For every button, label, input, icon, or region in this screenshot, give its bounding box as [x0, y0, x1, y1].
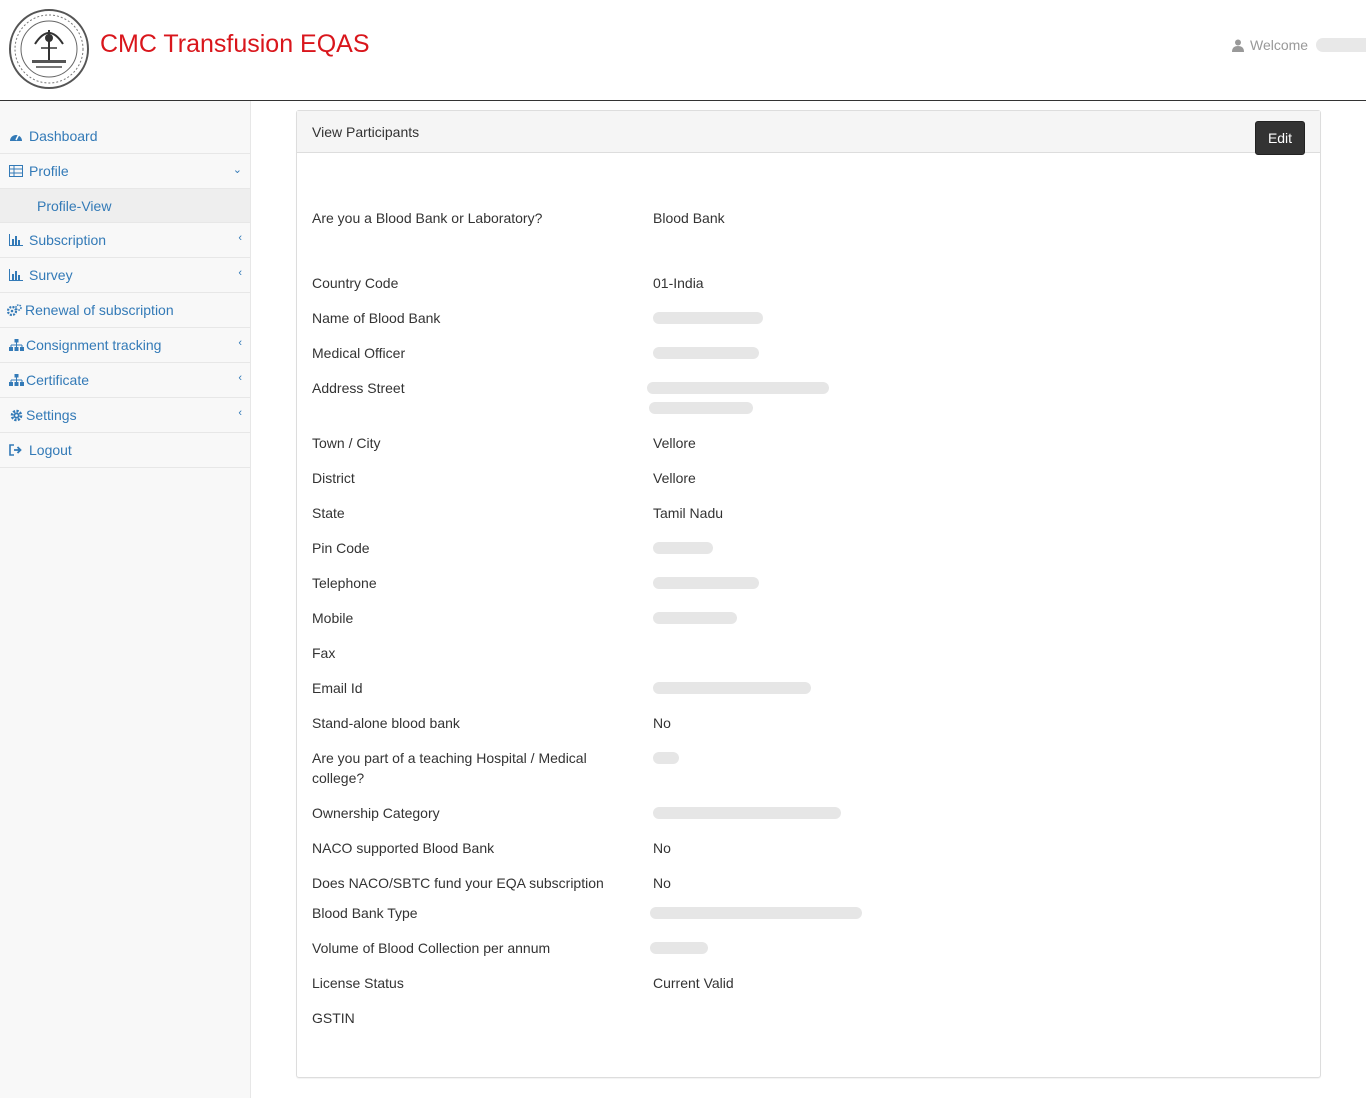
- sidebar-item-dashboard[interactable]: Dashboard: [0, 119, 250, 154]
- sidebar-item-profile[interactable]: Profile ⌄: [0, 154, 250, 189]
- sidebar-item-label: Certificate: [26, 372, 90, 388]
- field-label: Stand-alone blood bank: [312, 715, 460, 731]
- sidebar-item-label: Subscription: [29, 232, 107, 248]
- field-label: GSTIN: [312, 1010, 355, 1026]
- sidebar: Dashboard Profile ⌄ Profile-View Subscri…: [0, 101, 251, 1098]
- bar-chart-icon: [8, 268, 24, 282]
- field-value-redacted: [650, 938, 708, 954]
- panel-title: View Participants: [312, 124, 420, 140]
- field-value: Vellore: [653, 470, 696, 486]
- field-value-redacted: [653, 608, 737, 624]
- sidebar-item-logout[interactable]: Logout: [0, 433, 250, 468]
- field-label: Town / City: [312, 435, 381, 451]
- sidebar-item-label: Profile-View: [37, 197, 112, 214]
- app-title: CMC Transfusion EQAS: [100, 30, 370, 58]
- field-label: Are you a Blood Bank or Laboratory?: [312, 210, 543, 226]
- field-value-redacted: [650, 903, 862, 919]
- panel-heading: View Participants Edit: [297, 111, 1320, 155]
- edit-button[interactable]: Edit: [1255, 121, 1305, 155]
- cmc-logo: [9, 9, 89, 89]
- sitemap-icon: [8, 338, 24, 352]
- field-label: Blood Bank Type: [312, 905, 418, 921]
- field-label: District: [312, 470, 355, 486]
- field-label: Medical Officer: [312, 345, 406, 361]
- field-value: Blood Bank: [653, 210, 725, 226]
- field-label: NACO supported Blood Bank: [312, 840, 495, 856]
- chevron-left-icon: ‹: [238, 372, 242, 384]
- chevron-down-icon: ⌄: [232, 164, 242, 176]
- field-value: Current Valid: [653, 975, 734, 991]
- chevron-left-icon: ‹: [238, 232, 242, 244]
- gears-icon: [6, 303, 22, 317]
- view-participants-panel: View Participants Edit Are you a Blood B…: [296, 110, 1321, 1078]
- username-redacted: [1316, 38, 1366, 52]
- field-value-redacted: [653, 678, 811, 694]
- chevron-left-icon: ‹: [238, 407, 242, 419]
- field-value: No: [653, 840, 671, 856]
- gear-icon: [8, 408, 24, 422]
- field-label: Telephone: [312, 575, 377, 591]
- field-value-redacted: [653, 748, 679, 764]
- sidebar-item-label: Logout: [29, 442, 72, 458]
- field-value: Vellore: [653, 435, 696, 451]
- dashboard-icon: [8, 129, 24, 143]
- field-label: License Status: [312, 975, 404, 991]
- sidebar-item-label: Profile: [29, 163, 69, 179]
- welcome-label: Welcome: [1250, 37, 1309, 53]
- field-label: Does NACO/SBTC fund your EQA subscriptio…: [312, 875, 604, 891]
- sign-out-icon: [8, 443, 24, 457]
- field-label: Mobile: [312, 610, 354, 626]
- field-value-redacted: [653, 343, 759, 359]
- field-value-redacted: [653, 803, 841, 819]
- field-label: Fax: [312, 645, 336, 661]
- field-label: Email Id: [312, 680, 363, 696]
- field-label: Address Street: [312, 380, 405, 396]
- user-icon: [1232, 39, 1244, 52]
- field-label: State: [312, 505, 345, 521]
- chevron-left-icon: ‹: [238, 337, 242, 349]
- field-value-redacted: [653, 573, 759, 589]
- sidebar-item-consignment-tracking[interactable]: Consignment tracking ‹: [0, 328, 250, 363]
- field-value: No: [653, 715, 671, 731]
- sidebar-item-label: Consignment tracking: [26, 337, 162, 353]
- field-label: Pin Code: [312, 540, 370, 556]
- app-header: CMC Transfusion EQAS Welcome: [0, 0, 1366, 101]
- field-label: Country Code: [312, 275, 399, 291]
- welcome-menu[interactable]: Welcome: [1232, 37, 1366, 53]
- field-value: No: [653, 875, 671, 891]
- sidebar-item-survey[interactable]: Survey ‹: [0, 258, 250, 293]
- sidebar-item-label: Survey: [29, 267, 73, 283]
- field-label: Name of Blood Bank: [312, 310, 441, 326]
- field-value: 01-India: [653, 275, 704, 291]
- field-value-redacted: [653, 538, 713, 554]
- field-value-redacted: [653, 308, 763, 324]
- sidebar-item-renewal[interactable]: Renewal of subscription: [0, 293, 250, 328]
- chevron-left-icon: ‹: [238, 267, 242, 279]
- sidebar-item-label: Settings: [26, 407, 77, 423]
- field-value: Tamil Nadu: [653, 505, 724, 521]
- sidebar-subitem-profile-view[interactable]: Profile-View: [0, 189, 250, 223]
- sidebar-item-subscription[interactable]: Subscription ‹: [0, 223, 250, 258]
- field-label: Ownership Category: [312, 805, 440, 821]
- sidebar-item-certificate[interactable]: Certificate ‹: [0, 363, 250, 398]
- field-label: Are you part of a teaching Hospital / Me…: [312, 750, 587, 786]
- bar-chart-icon: [8, 233, 24, 247]
- field-value-redacted: [647, 378, 829, 414]
- sitemap-icon: [8, 373, 24, 387]
- field-label: Volume of Blood Collection per annum: [312, 940, 551, 956]
- sidebar-item-label: Dashboard: [29, 128, 98, 144]
- sidebar-item-settings[interactable]: Settings ‹: [0, 398, 250, 433]
- table-icon: [8, 164, 24, 178]
- sidebar-item-label: Renewal of subscription: [25, 302, 174, 318]
